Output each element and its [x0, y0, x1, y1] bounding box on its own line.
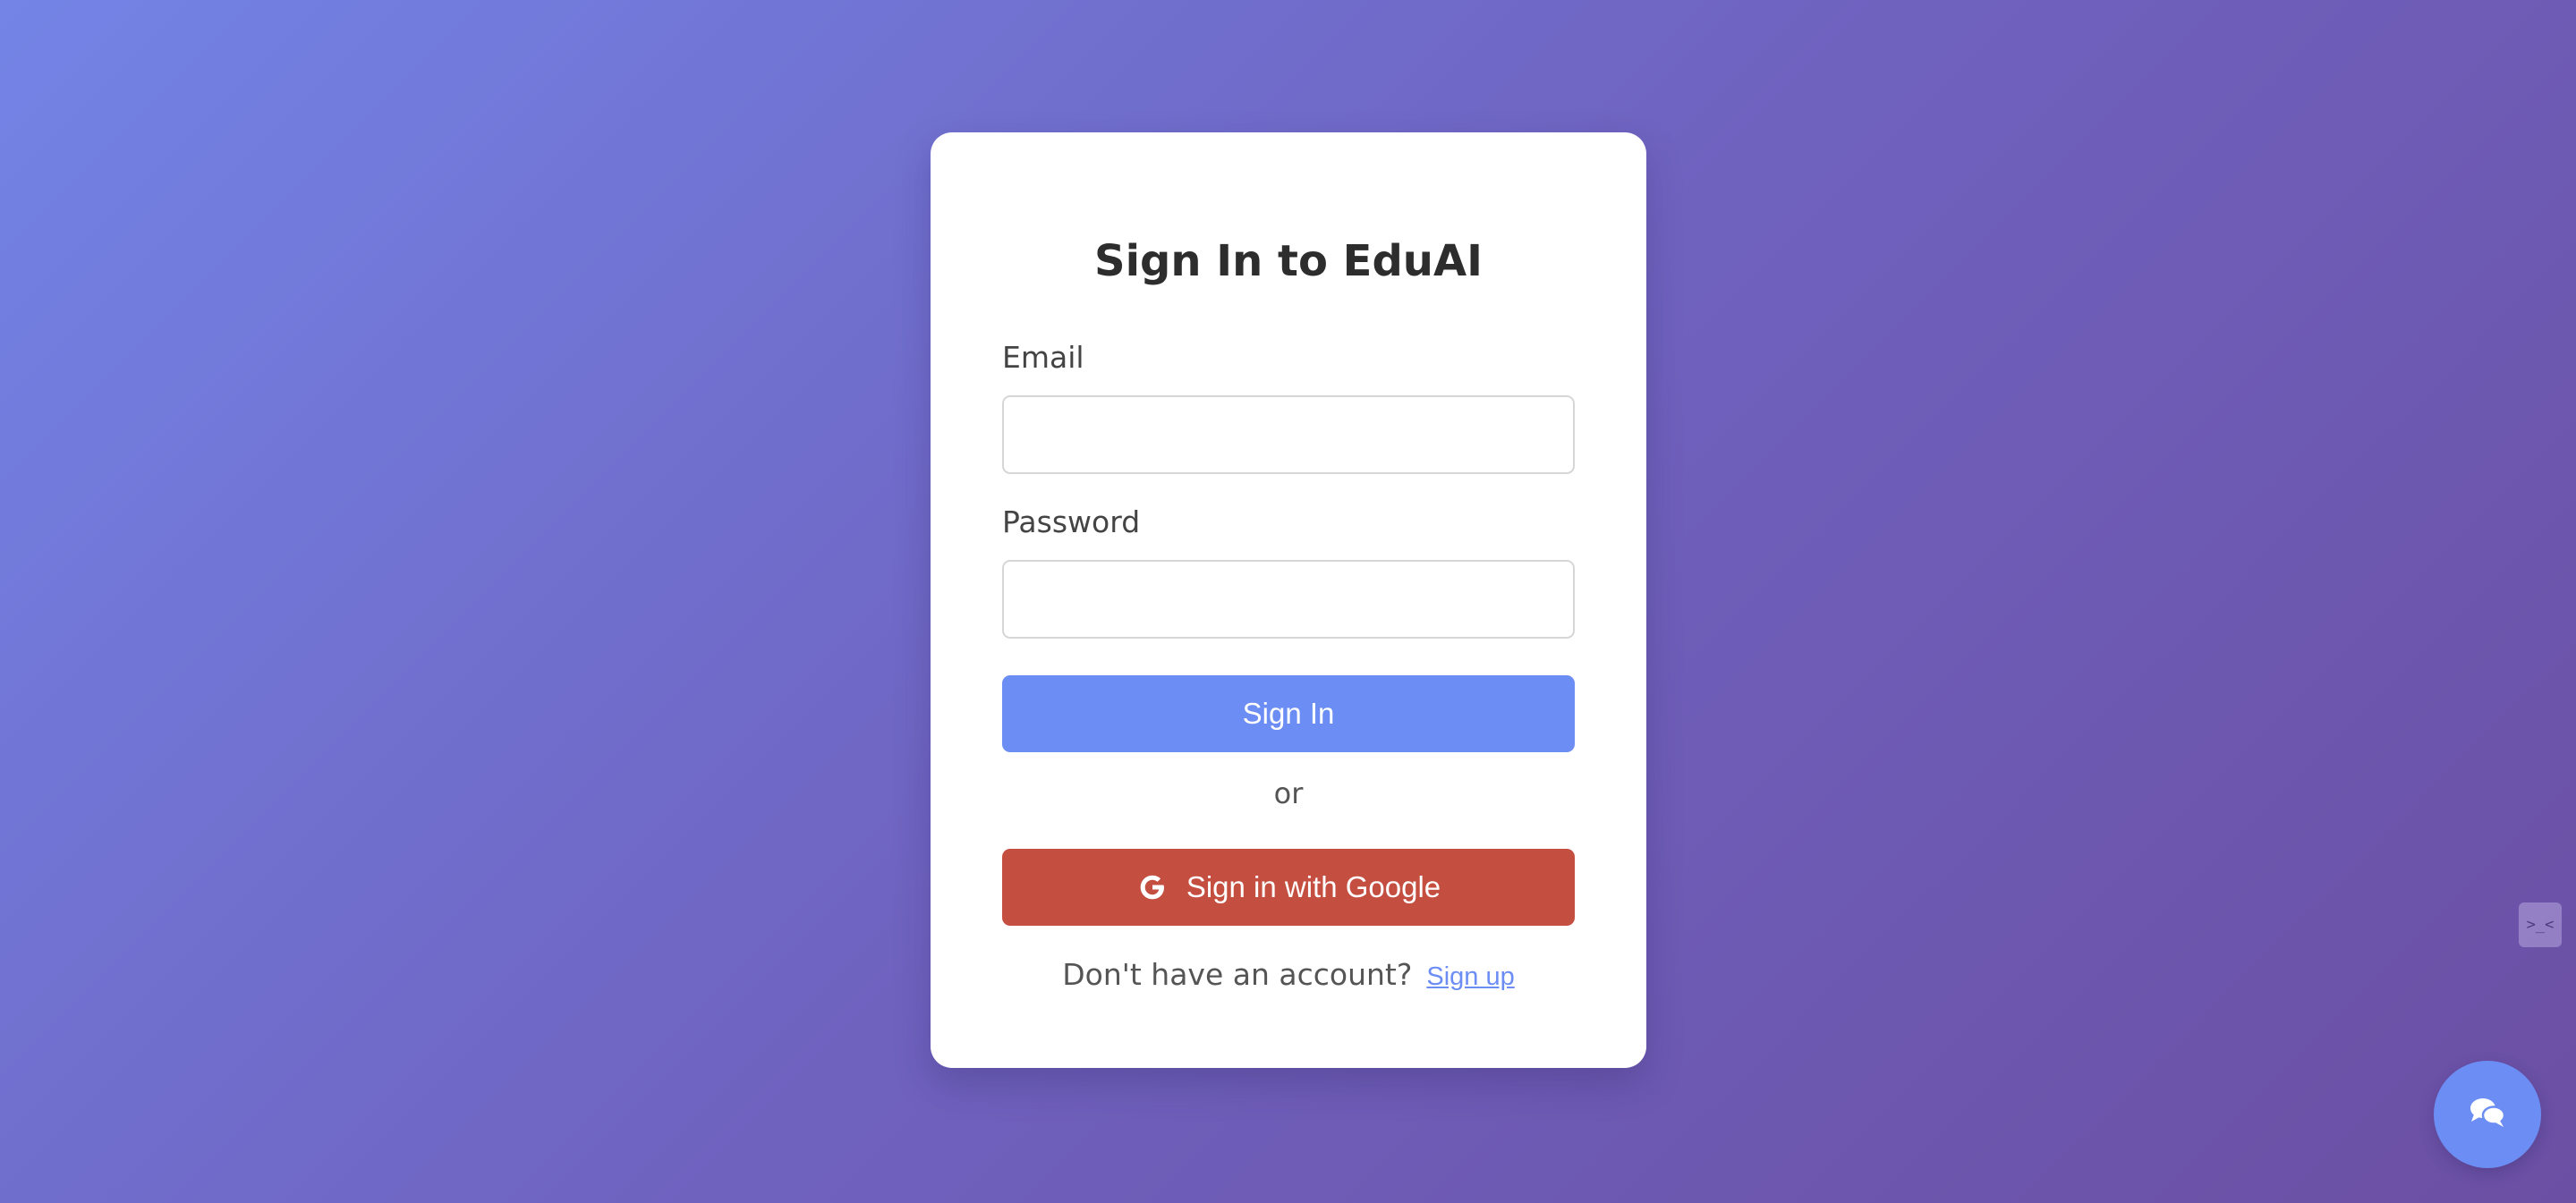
signup-prompt: Don't have an account? Sign up: [931, 957, 1646, 992]
chat-button[interactable]: [2434, 1061, 2541, 1168]
side-widget-label: >_<: [2526, 916, 2555, 934]
email-field[interactable]: [1002, 395, 1575, 474]
footer-text: Don't have an account?: [1062, 957, 1413, 992]
page-title: Sign In to EduAI: [1094, 236, 1483, 286]
password-field[interactable]: [1002, 560, 1575, 639]
signup-link[interactable]: Sign up: [1426, 962, 1514, 991]
password-label: Password: [1002, 504, 1141, 539]
signin-button-label: Sign In: [1242, 697, 1335, 730]
google-button-label: Sign in with Google: [1186, 870, 1441, 903]
side-widget-tab[interactable]: >_<: [2519, 902, 2562, 947]
google-signin-button[interactable]: Sign in with Google: [1002, 849, 1575, 926]
chat-bubbles-icon: [2468, 1095, 2507, 1134]
divider-text: or: [1273, 776, 1304, 810]
email-label: Email: [1002, 340, 1084, 375]
signin-card: Sign In to EduAI Email Password Sign In …: [931, 132, 1646, 1068]
signin-button[interactable]: Sign In: [1002, 675, 1575, 752]
google-icon: [1136, 871, 1169, 903]
